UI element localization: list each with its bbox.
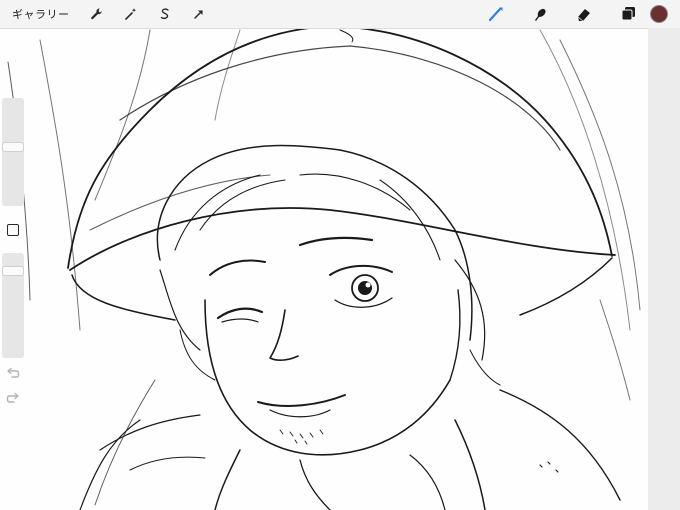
smudge-icon (535, 8, 546, 21)
transform-button[interactable] (182, 0, 216, 28)
left-sidebar (2, 98, 24, 418)
redo-icon (6, 392, 19, 403)
opacity-handle[interactable] (3, 266, 23, 275)
layers-icon (621, 7, 635, 21)
opacity-slider[interactable] (2, 253, 24, 358)
layers-button[interactable] (606, 0, 650, 28)
smudge-tool-button[interactable] (518, 0, 562, 28)
brush-size-handle[interactable] (3, 143, 23, 151)
magic-wand-icon (124, 8, 136, 20)
tool-group (474, 0, 680, 28)
top-toolbar: ギャラリー (0, 0, 680, 29)
selection-button[interactable] (148, 0, 182, 28)
eraser-icon (577, 9, 590, 22)
color-picker-button[interactable] (650, 5, 668, 23)
arrow-cursor-icon (193, 10, 203, 19)
undo-icon (7, 367, 20, 378)
selection-s-icon (160, 8, 169, 20)
sketch-artwork (7, 25, 641, 510)
undo-button[interactable] (4, 366, 22, 382)
eraser-tool-button[interactable] (562, 0, 606, 28)
brush-icon (488, 7, 503, 22)
adjustments-button[interactable] (114, 0, 148, 28)
modify-button[interactable] (7, 224, 19, 236)
redo-button[interactable] (4, 391, 22, 407)
gallery-button[interactable]: ギャラリー (12, 6, 70, 22)
canvas-edge-strip (648, 28, 680, 510)
actions-button[interactable] (80, 0, 114, 28)
drawing-canvas[interactable] (0, 0, 680, 510)
brush-size-slider[interactable] (2, 98, 24, 206)
wrench-icon (90, 8, 102, 20)
brush-tool-button[interactable] (474, 0, 518, 28)
